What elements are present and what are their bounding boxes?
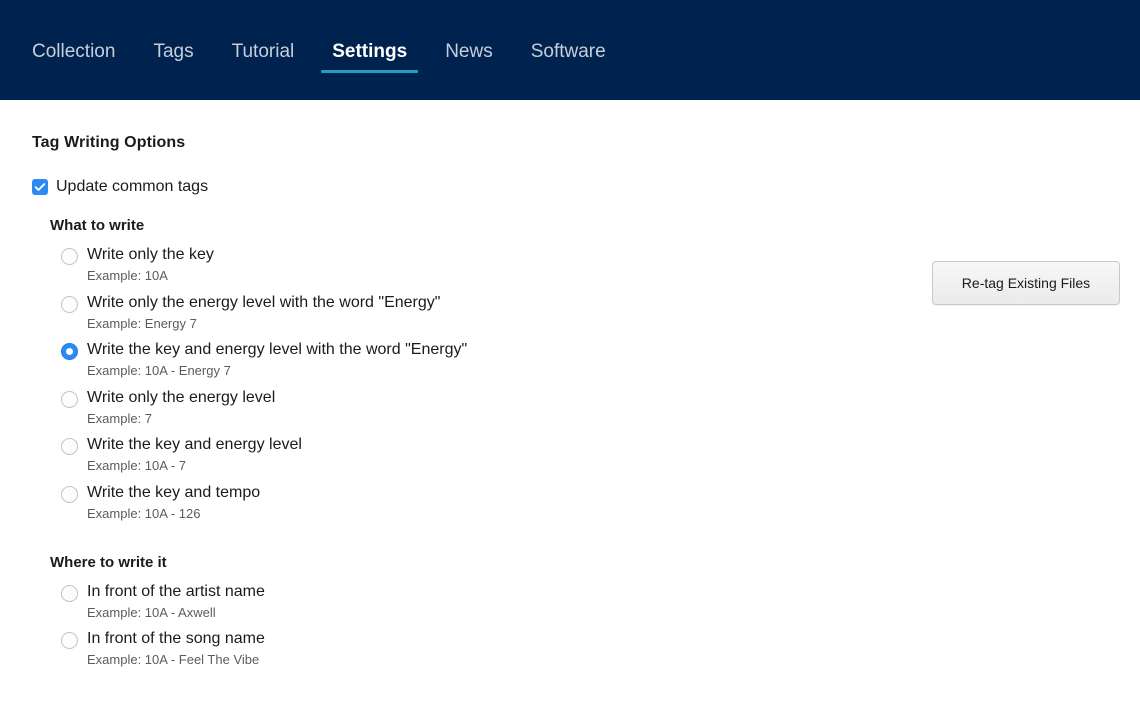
nav-tab-tags[interactable]: Tags (134, 42, 212, 73)
what-to-write-radio-3[interactable] (61, 391, 78, 408)
what-to-write-option-example: Example: 7 (87, 411, 275, 427)
what-to-write-option-example: Example: 10A (87, 268, 214, 284)
nav-tab-news[interactable]: News (426, 42, 512, 73)
what-to-write-option[interactable]: Write the key and tempo Example: 10A - 12… (50, 483, 1108, 522)
what-to-write-option-texts: Write the key and energy level Example: 1… (87, 435, 302, 474)
what-to-write-radio-1[interactable] (61, 296, 78, 313)
what-to-write-radio-2[interactable] (61, 343, 78, 360)
what-to-write-option-texts: Write the key and tempo Example: 10A - 12… (87, 483, 260, 522)
what-to-write-option-example: Example: 10A - 7 (87, 458, 302, 474)
what-to-write-radio-5[interactable] (61, 486, 78, 503)
where-to-write-options: In front of the artist name Example: 10A … (50, 582, 1108, 668)
what-to-write-radio-0[interactable] (61, 248, 78, 265)
nav-tab-list: CollectionTagsTutorialSettingsNewsSoftwa… (32, 27, 625, 73)
where-to-write-option[interactable]: In front of the song name Example: 10A - … (50, 629, 1108, 668)
what-to-write-option-label[interactable]: Write the key and energy level with the … (87, 340, 467, 360)
what-to-write-option-example: Example: Energy 7 (87, 316, 440, 332)
update-common-tags-row[interactable]: Update common tags (32, 178, 1108, 196)
nav-tab-tutorial[interactable]: Tutorial (213, 42, 314, 73)
where-to-write-option-label[interactable]: In front of the artist name (87, 582, 265, 602)
what-to-write-option-label[interactable]: Write only the energy level (87, 388, 275, 408)
re-tag-existing-files-button[interactable]: Re-tag Existing Files (932, 261, 1120, 305)
where-to-write-option-texts: In front of the song name Example: 10A - … (87, 629, 265, 668)
where-to-write-option-example: Example: 10A - Axwell (87, 605, 265, 621)
where-to-write-group: Where to write it In front of the artist… (50, 554, 1108, 668)
what-to-write-option-texts: Write only the key Example: 10A (87, 245, 214, 284)
top-navigation-bar: CollectionTagsTutorialSettingsNewsSoftwa… (0, 0, 1140, 100)
update-common-tags-label[interactable]: Update common tags (56, 178, 208, 196)
where-to-write-radio-1[interactable] (61, 632, 78, 649)
what-to-write-option[interactable]: Write the key and energy level Example: 1… (50, 435, 1108, 474)
settings-page: Tag Writing Options Re-tag Existing File… (0, 100, 1140, 668)
where-to-write-title: Where to write it (50, 554, 1108, 571)
what-to-write-option-label[interactable]: Write the key and tempo (87, 483, 260, 503)
where-to-write-option-label[interactable]: In front of the song name (87, 629, 265, 649)
what-to-write-option-label[interactable]: Write only the energy level with the wor… (87, 293, 440, 313)
what-to-write-option-label[interactable]: Write only the key (87, 245, 214, 265)
what-to-write-radio-4[interactable] (61, 438, 78, 455)
what-to-write-option-label[interactable]: Write the key and energy level (87, 435, 302, 455)
where-to-write-option-texts: In front of the artist name Example: 10A … (87, 582, 265, 621)
update-common-tags-checkbox[interactable] (32, 179, 48, 195)
nav-tab-software[interactable]: Software (512, 42, 625, 73)
what-to-write-option-example: Example: 10A - 126 (87, 506, 260, 522)
page-title: Tag Writing Options (32, 100, 1108, 152)
what-to-write-option[interactable]: Write only the energy level Example: 7 (50, 388, 1108, 427)
what-to-write-option-texts: Write only the energy level Example: 7 (87, 388, 275, 427)
nav-tab-collection[interactable]: Collection (32, 42, 134, 73)
where-to-write-option[interactable]: In front of the artist name Example: 10A … (50, 582, 1108, 621)
what-to-write-option-example: Example: 10A - Energy 7 (87, 363, 467, 379)
what-to-write-title: What to write (50, 217, 1108, 234)
nav-tab-settings[interactable]: Settings (313, 42, 426, 73)
where-to-write-option-example: Example: 10A - Feel The Vibe (87, 652, 265, 668)
what-to-write-option-texts: Write only the energy level with the wor… (87, 293, 440, 332)
where-to-write-radio-0[interactable] (61, 585, 78, 602)
what-to-write-option-texts: Write the key and energy level with the … (87, 340, 467, 379)
what-to-write-option[interactable]: Write the key and energy level with the … (50, 340, 1108, 379)
